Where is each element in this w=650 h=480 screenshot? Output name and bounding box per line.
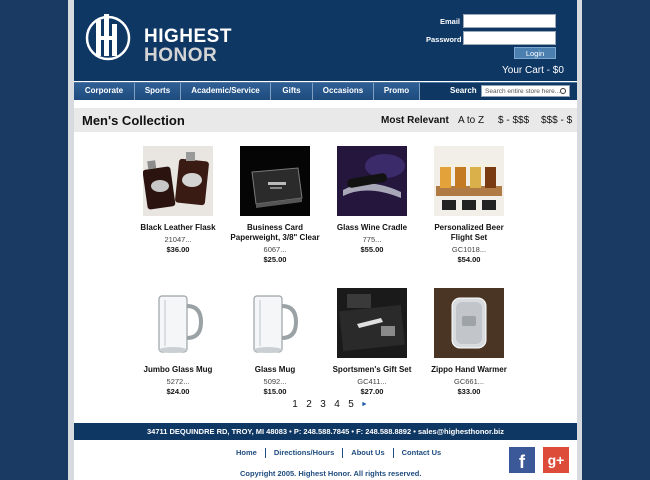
password-label: Password — [426, 35, 462, 44]
product-name[interactable]: Sportsmen's Gift Set — [327, 365, 417, 375]
product-price: $27.00 — [360, 387, 384, 396]
product-sku: 21047... — [164, 235, 192, 244]
paperweight-image[interactable] — [240, 146, 310, 216]
product-name[interactable]: Glass Wine Cradle — [327, 223, 417, 233]
product-sku: 775... — [362, 235, 382, 244]
product-sku: GC1018... — [451, 245, 487, 254]
product-name[interactable]: Glass Mug — [230, 365, 320, 375]
product-sku: 5272... — [166, 377, 190, 386]
page-link-1[interactable]: 1 — [291, 399, 299, 411]
logo-line1: HIGHEST — [144, 26, 232, 47]
email-field[interactable] — [463, 14, 556, 28]
site-header: HIGHEST HONOR Email Password Login Your … — [74, 0, 577, 81]
product-price: $15.00 — [263, 387, 287, 396]
googleplus-icon[interactable]: g+ — [543, 447, 569, 473]
page-title: Men's Collection — [82, 113, 185, 128]
nav-item-gifts[interactable]: Gifts — [271, 83, 313, 100]
product-name[interactable]: Personalized Beer Flight Set — [424, 223, 514, 243]
product-card[interactable]: Glass Mug 5092... $15.00 — [230, 288, 320, 396]
sort-a-to-z[interactable]: A to Z — [458, 115, 484, 126]
login-button[interactable]: Login — [514, 47, 556, 59]
sort-price-high-low[interactable]: $$$ - $ — [541, 115, 572, 126]
product-sku: 5092... — [263, 377, 287, 386]
logo-line2: HONOR — [144, 45, 218, 66]
pagination: 1 2 3 4 5 ► — [291, 399, 368, 411]
main-nav: Corporate Sports Academic/Service Gifts … — [74, 82, 577, 100]
product-sku: 6067... — [263, 245, 287, 254]
product-name[interactable]: Black Leather Flask — [133, 223, 223, 233]
page: HIGHEST HONOR Email Password Login Your … — [74, 0, 577, 480]
logo-emblem-icon — [85, 14, 131, 61]
footer-link-contact[interactable]: Contact Us — [394, 448, 450, 458]
hand-warmer-image[interactable] — [434, 288, 504, 358]
footer-link-about[interactable]: About Us — [343, 448, 394, 458]
page-link-2[interactable]: 2 — [305, 399, 313, 411]
page-link-5[interactable]: 5 — [347, 399, 355, 411]
wine-cradle-image[interactable] — [337, 146, 407, 216]
nav-item-promo[interactable]: Promo — [374, 83, 420, 100]
page-link-3[interactable]: 3 — [319, 399, 327, 411]
collection-header: Men's Collection Most Relevant A to Z $ … — [74, 108, 577, 132]
mug-image[interactable] — [143, 288, 213, 358]
email-label: Email — [440, 17, 461, 26]
password-field[interactable] — [463, 31, 556, 45]
product-price: $54.00 — [457, 255, 481, 264]
nav-item-academic-service[interactable]: Academic/Service — [181, 83, 271, 100]
product-name[interactable]: Zippo Hand Warmer — [424, 365, 514, 375]
product-card[interactable]: Business Card Paperweight, 3/8" Clear 60… — [230, 146, 320, 264]
beer-flight-image[interactable] — [434, 146, 504, 216]
product-sku: GC411... — [357, 377, 387, 386]
facebook-icon[interactable]: f — [509, 447, 535, 473]
product-sku: GC661... — [453, 377, 484, 386]
product-card[interactable]: Sportsmen's Gift Set GC411... $27.00 — [327, 288, 417, 396]
product-price: $33.00 — [457, 387, 481, 396]
search-input[interactable]: Search entire store here... — [481, 85, 570, 97]
product-price: $36.00 — [166, 245, 190, 254]
product-name[interactable]: Business Card Paperweight, 3/8" Clear — [230, 223, 320, 243]
mug-image[interactable] — [240, 288, 310, 358]
product-card[interactable]: Glass Wine Cradle 775... $55.00 — [327, 146, 417, 254]
next-page-icon[interactable]: ► — [361, 399, 368, 411]
nav-item-sports[interactable]: Sports — [135, 83, 181, 100]
search-placeholder: Search entire store here... — [485, 88, 561, 95]
footer-contact-bar: 34711 DEQUINDRE RD, TROY, MI 48083 • P: … — [74, 423, 577, 440]
page-link-4[interactable]: 4 — [333, 399, 341, 411]
product-price: $24.00 — [166, 387, 190, 396]
product-card[interactable]: Zippo Hand Warmer GC661... $33.00 — [424, 288, 514, 396]
product-price: $55.00 — [360, 245, 384, 254]
search-label: Search — [450, 86, 477, 95]
nav-item-corporate[interactable]: Corporate — [74, 83, 135, 100]
flask-image[interactable] — [143, 146, 213, 216]
product-card[interactable]: Black Leather Flask 21047... $36.00 — [133, 146, 223, 254]
product-name[interactable]: Jumbo Glass Mug — [133, 365, 223, 375]
footer-link-directions[interactable]: Directions/Hours — [266, 448, 344, 458]
footer-link-home[interactable]: Home — [228, 448, 266, 458]
sort-most-relevant[interactable]: Most Relevant — [381, 115, 449, 126]
cart-link[interactable]: Your Cart - $0 — [502, 65, 564, 76]
footer-nav: Home Directions/Hours About Us Contact U… — [228, 448, 449, 458]
product-price: $25.00 — [263, 255, 287, 264]
logo-wordmark: HIGHEST HONOR — [144, 27, 232, 65]
search-icon[interactable] — [560, 88, 566, 94]
product-card[interactable]: Personalized Beer Flight Set GC1018... $… — [424, 146, 514, 264]
sort-price-low-high[interactable]: $ - $$$ — [498, 115, 529, 126]
site-logo[interactable]: HIGHEST HONOR — [82, 10, 231, 65]
copyright: Copyright 2005. Highest Honor. All right… — [240, 469, 422, 478]
gift-set-image[interactable] — [337, 288, 407, 358]
product-card[interactable]: Jumbo Glass Mug 5272... $24.00 — [133, 288, 223, 396]
nav-item-occasions[interactable]: Occasions — [313, 83, 374, 100]
